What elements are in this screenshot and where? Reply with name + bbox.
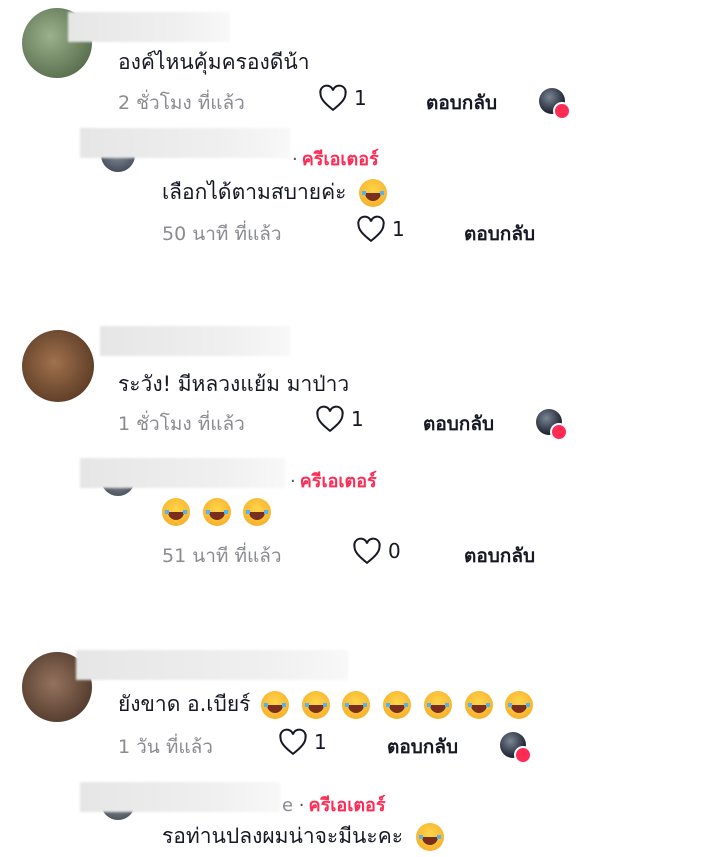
creator-name-fragment: e bbox=[282, 795, 294, 816]
heart-outline-icon bbox=[357, 215, 385, 243]
comment-timestamp: 2 ชั่วโมง ที่แล้ว bbox=[118, 92, 245, 114]
laughing-tears-emoji-icon bbox=[383, 691, 412, 719]
heart-badge-icon bbox=[550, 423, 568, 441]
commenter-username-blurred[interactable] bbox=[76, 650, 348, 680]
laughing-tears-emoji-icon bbox=[415, 823, 444, 851]
heart-outline-icon bbox=[319, 84, 347, 112]
comment-text: ระวัง! มีหลวงแย้ม มาป่าว bbox=[118, 372, 350, 396]
heart-outline-icon bbox=[316, 405, 344, 433]
reply-text-content: เลือกได้ตามสบายค่ะ bbox=[162, 180, 347, 204]
creator-tag: · ครีเอเตอร์ bbox=[292, 149, 379, 170]
creator-tag-label: ครีเอเตอร์ bbox=[301, 149, 379, 170]
laughing-tears-emoji-icon bbox=[301, 691, 330, 719]
reply-button[interactable]: ตอบกลับ bbox=[387, 732, 458, 762]
laughing-tears-emoji-icon bbox=[464, 691, 493, 719]
comment-text: องค์ไหนคุ้มครองดีน้า bbox=[118, 50, 310, 74]
like-button[interactable]: 1 bbox=[315, 405, 364, 433]
like-button[interactable]: 1 bbox=[318, 84, 367, 112]
commenter-username-blurred[interactable] bbox=[68, 12, 230, 42]
laughing-tears-emoji-icon bbox=[359, 179, 388, 207]
creator-tag-label: ครีเอเตอร์ bbox=[299, 471, 377, 492]
like-count: 1 bbox=[314, 730, 327, 754]
heart-outline-icon bbox=[353, 537, 381, 565]
laughing-tears-emoji-icon bbox=[202, 498, 231, 526]
liked-by-creator-avatar bbox=[536, 409, 568, 441]
laughing-tears-emoji-icon bbox=[162, 498, 190, 526]
reply-button[interactable]: ตอบกลับ bbox=[464, 541, 535, 571]
heart-outline-icon bbox=[279, 728, 307, 756]
like-count: 0 bbox=[388, 539, 401, 563]
creator-tag: · ครีเอเตอร์ bbox=[290, 471, 377, 492]
reply-text: เลือกได้ตามสบายค่ะ bbox=[162, 176, 388, 209]
reply-timestamp: 51 นาที ที่แล้ว bbox=[162, 545, 282, 567]
laughing-tears-emoji-icon bbox=[423, 691, 452, 719]
comment-text: ยังขาด อ.เบียร์ bbox=[118, 688, 534, 721]
commenter-username-blurred[interactable] bbox=[100, 326, 290, 356]
reply-timestamp: 50 นาที ที่แล้ว bbox=[162, 223, 282, 245]
comment-text-content: ยังขาด อ.เบียร์ bbox=[118, 692, 251, 716]
reply-text: รอท่านปลงผมน่าจะมีนะคะ bbox=[162, 820, 444, 853]
reply-button[interactable]: ตอบกลับ bbox=[464, 219, 535, 249]
like-count: 1 bbox=[354, 86, 367, 110]
liked-by-creator-avatar bbox=[539, 88, 571, 120]
creator-username-blurred[interactable] bbox=[80, 458, 285, 488]
heart-badge-icon bbox=[553, 102, 571, 120]
like-button[interactable]: 0 bbox=[352, 537, 401, 565]
creator-tag: e · ครีเอเตอร์ bbox=[282, 795, 386, 816]
reply-text bbox=[162, 498, 272, 526]
laughing-tears-emoji-icon bbox=[342, 691, 371, 719]
like-button[interactable]: 1 bbox=[356, 215, 405, 243]
reply-button[interactable]: ตอบกลับ bbox=[426, 88, 497, 118]
laughing-tears-emoji-icon bbox=[505, 691, 534, 719]
heart-badge-icon bbox=[514, 746, 532, 764]
laughing-tears-emoji-icon bbox=[243, 498, 272, 526]
like-button[interactable]: 1 bbox=[278, 728, 327, 756]
liked-by-creator-avatar bbox=[500, 732, 532, 764]
like-count: 1 bbox=[392, 217, 405, 241]
creator-username-blurred[interactable] bbox=[80, 128, 290, 158]
commenter-avatar[interactable] bbox=[22, 330, 94, 402]
creator-tag-label: ครีเอเตอร์ bbox=[308, 795, 386, 816]
comment-timestamp: 1 ชั่วโมง ที่แล้ว bbox=[118, 413, 245, 435]
comment-timestamp: 1 วัน ที่แล้ว bbox=[118, 736, 213, 758]
creator-username-blurred[interactable] bbox=[80, 782, 280, 812]
reply-text-content: รอท่านปลงผมน่าจะมีนะคะ bbox=[162, 824, 404, 848]
reply-button[interactable]: ตอบกลับ bbox=[423, 409, 494, 439]
laughing-tears-emoji-icon bbox=[261, 691, 290, 719]
like-count: 1 bbox=[351, 407, 364, 431]
